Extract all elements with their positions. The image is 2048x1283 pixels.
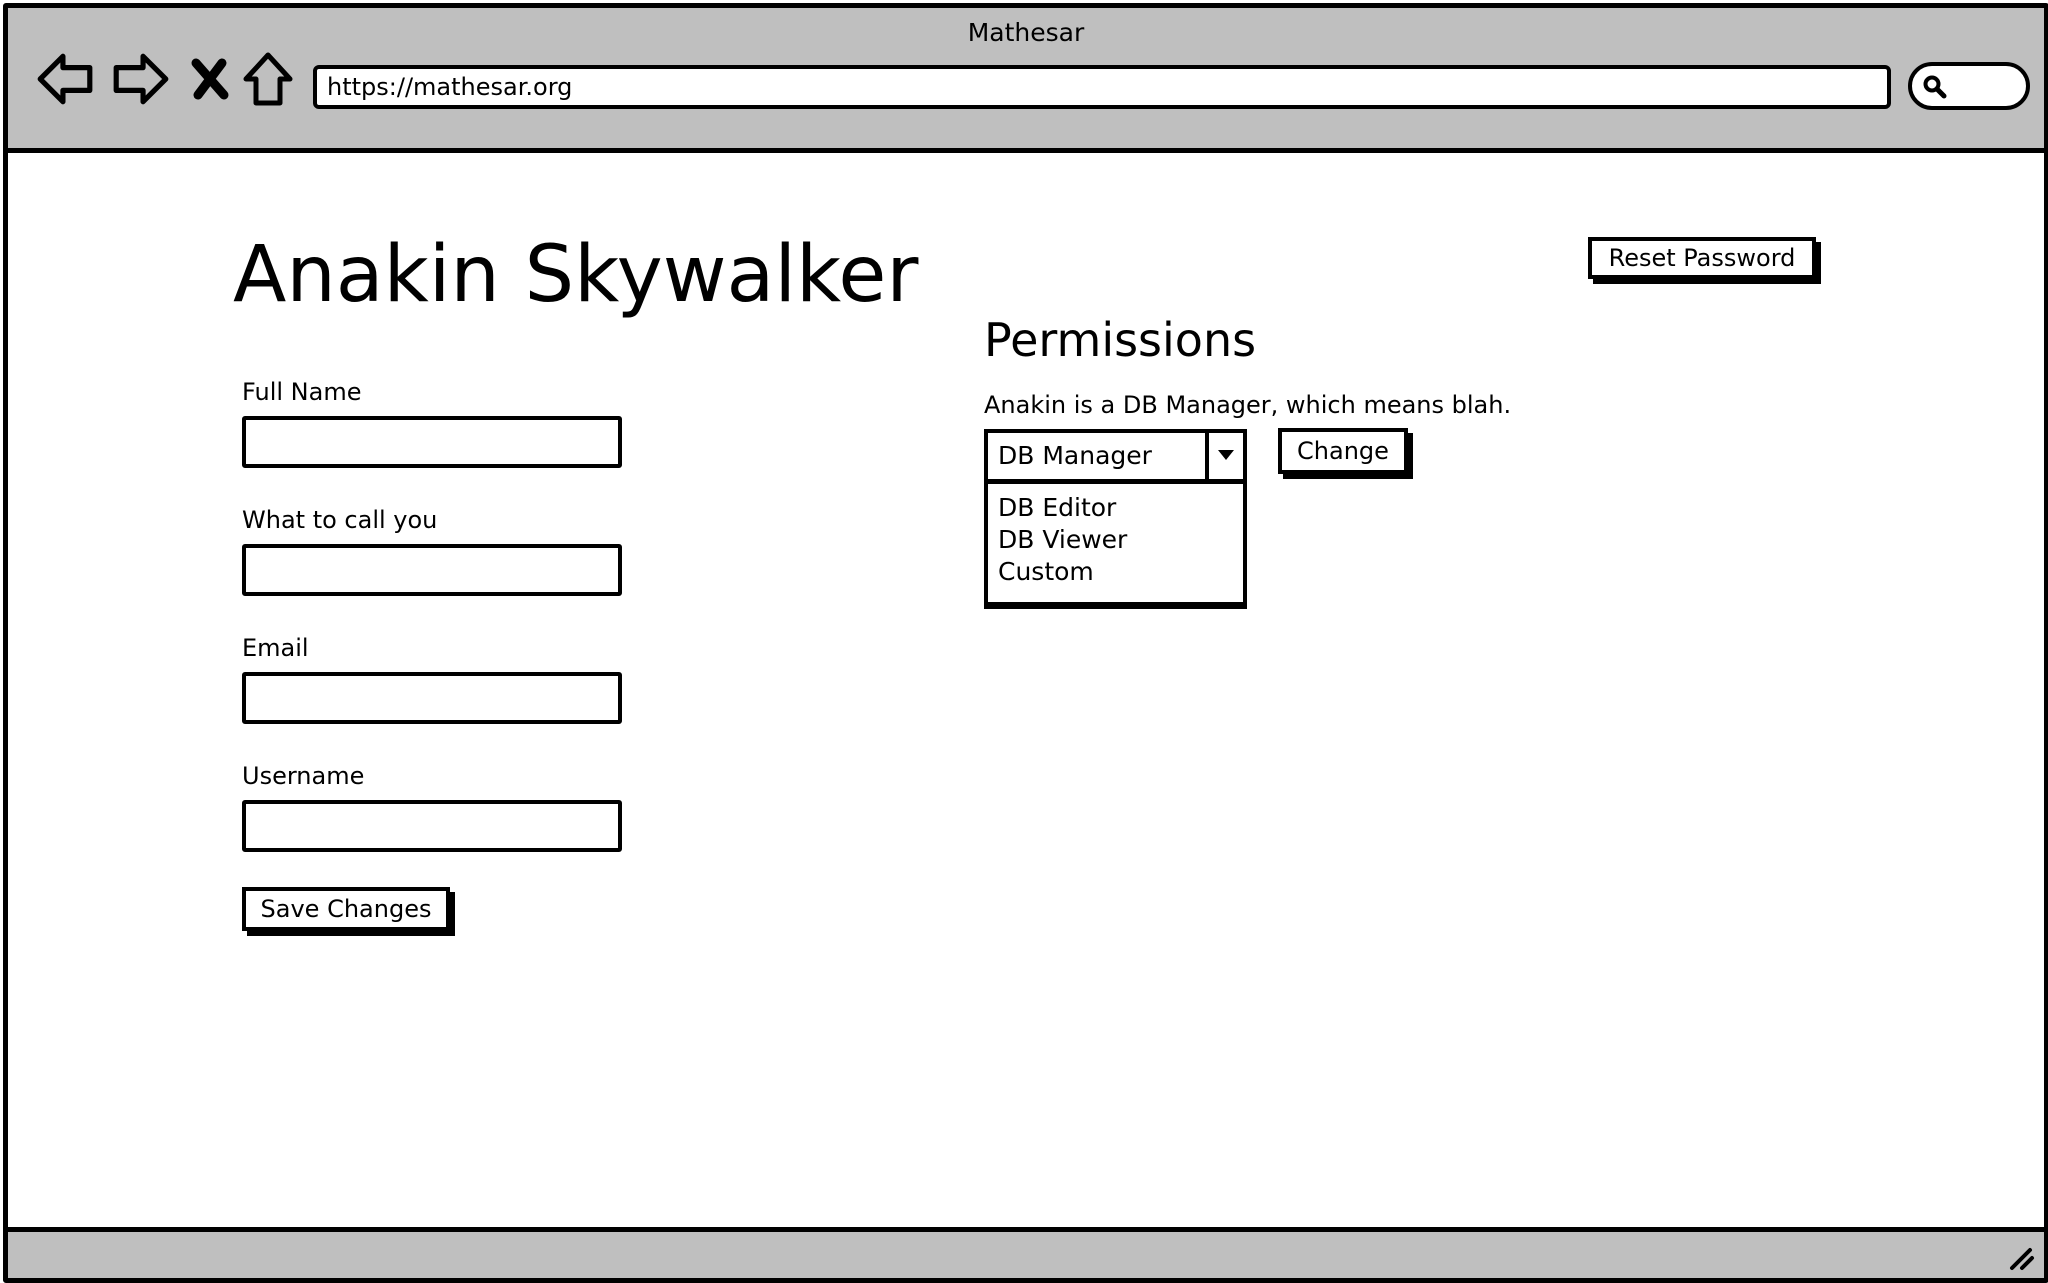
save-changes-button[interactable]: Save Changes (242, 887, 450, 931)
close-icon[interactable] (186, 48, 234, 110)
window-title: Mathesar (967, 18, 1085, 47)
forward-arrow-icon[interactable] (110, 48, 172, 110)
email-field[interactable] (242, 672, 622, 724)
back-arrow-icon[interactable] (34, 48, 96, 110)
username-label: Username (242, 762, 365, 790)
role-dropdown-list: DB Editor DB Viewer Custom (984, 480, 1247, 609)
permissions-description: Anakin is a DB Manager, which means blah… (984, 391, 1512, 419)
role-option-db-viewer[interactable]: DB Viewer (998, 524, 1127, 556)
change-role-button[interactable]: Change (1278, 428, 1408, 474)
browser-search-box[interactable] (1908, 62, 2030, 110)
permissions-title: Permissions (984, 313, 1257, 367)
full-name-label: Full Name (242, 378, 362, 406)
chevron-down-icon[interactable] (1205, 433, 1243, 479)
browser-window: Mathesar https://mathesar.org Anakin Sky… (3, 3, 2048, 1283)
username-field[interactable] (242, 800, 622, 852)
browser-toolbar: Mathesar https://mathesar.org (8, 8, 2044, 153)
nickname-field[interactable] (242, 544, 622, 596)
role-option-custom[interactable]: Custom (998, 556, 1094, 588)
resize-grip-icon[interactable] (2006, 1242, 2036, 1272)
role-select[interactable]: DB Manager (984, 429, 1247, 483)
home-icon[interactable] (240, 48, 296, 110)
role-select-value: DB Manager (998, 441, 1152, 470)
email-label: Email (242, 634, 309, 662)
nickname-label: What to call you (242, 506, 438, 534)
role-option-db-editor[interactable]: DB Editor (998, 492, 1116, 524)
url-bar[interactable]: https://mathesar.org (313, 65, 1891, 109)
search-icon (1923, 75, 1947, 99)
reset-password-button[interactable]: Reset Password (1588, 237, 1816, 279)
full-name-field[interactable] (242, 416, 622, 468)
page-title: Anakin Skywalker (233, 230, 919, 320)
status-bar (8, 1227, 2044, 1278)
